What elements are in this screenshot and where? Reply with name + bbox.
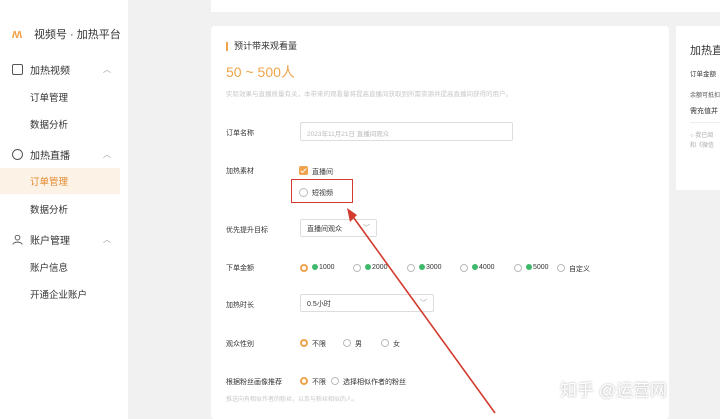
- amount-value: 1000: [319, 264, 335, 271]
- chevron-down-icon: ﹀: [420, 300, 427, 307]
- nav-group-label: 账户管理: [30, 235, 70, 247]
- target-label: 优先提升目标: [226, 227, 268, 234]
- fans-note: 推送向有相似作者的粉丝，以及与粉丝相似的人。: [226, 397, 359, 403]
- estimate-title: 预计带来观看量: [226, 42, 297, 51]
- amount-option-4000: 4000: [472, 264, 495, 271]
- amount-value: 2000: [372, 264, 388, 271]
- live-icon: [12, 148, 23, 160]
- order-summary-panel: 加热直 订单金额 余额可抵扣 需充值并 ○ 我已阅 和《微信: [676, 26, 720, 190]
- brand: ʍ 视频号 · 加热平台: [12, 26, 121, 42]
- gender-radio-female[interactable]: [381, 339, 389, 347]
- chevron-up-icon: ︿: [103, 64, 111, 74]
- target-select-value: 直播间观众: [307, 226, 342, 233]
- material-label: 加热素材: [226, 168, 254, 175]
- amount-radio-custom[interactable]: [557, 264, 565, 272]
- coin-icon: [472, 264, 478, 271]
- brand-name: 视频号 · 加热平台: [34, 29, 121, 41]
- gender-option-female: 女: [393, 341, 400, 348]
- sidebar-item-live-analytics[interactable]: 数据分析: [0, 196, 120, 222]
- top-strip: [211, 0, 720, 12]
- sidebar-item-label: 数据分析: [30, 205, 69, 216]
- fans-radio-similar[interactable]: [331, 377, 339, 385]
- gender-radio-any[interactable]: [300, 339, 308, 347]
- sidebar-item-enterprise-account[interactable]: 开通企业账户: [0, 281, 120, 307]
- summary-order-amount: 订单金额: [690, 71, 716, 78]
- amount-value: 3000: [426, 264, 442, 271]
- amount-radio-2000[interactable]: [353, 264, 361, 272]
- watermark: 知乎 @运营网: [560, 381, 667, 400]
- fans-label: 根据粉丝画像推荐: [226, 379, 282, 386]
- summary-agreement[interactable]: ○ 我已阅: [690, 130, 713, 139]
- sidebar-item-label: 数据分析: [30, 120, 69, 131]
- order-form-card: [211, 26, 669, 419]
- amount-option-2000: 2000: [365, 264, 388, 271]
- sidebar-item-video-orders[interactable]: 订单管理: [0, 84, 120, 110]
- gender-radio-male[interactable]: [343, 339, 351, 347]
- summary-title: 加热直: [690, 45, 720, 57]
- sidebar-item-label: 账户信息: [30, 263, 69, 274]
- sidebar-item-label: 开通企业账户: [30, 290, 88, 301]
- nav-group-label: 加热直播: [30, 150, 70, 162]
- coin-icon: [419, 264, 425, 271]
- video-icon: [12, 63, 23, 75]
- fans-radio-any[interactable]: [300, 377, 308, 385]
- nav-group-heat-video[interactable]: 加热视频 ︿: [0, 56, 128, 82]
- wechat-channels-logo-icon: ʍ: [12, 26, 23, 41]
- amount-option-3000: 3000: [419, 264, 442, 271]
- duration-select[interactable]: 0.5小时 ﹀: [300, 294, 434, 312]
- sidebar-item-video-analytics[interactable]: 数据分析: [0, 111, 120, 137]
- amount-value: 4000: [479, 264, 495, 271]
- summary-balance: 余额可抵扣: [690, 93, 720, 99]
- summary-recharge: 需充值并: [690, 108, 718, 115]
- sidebar-item-label: 订单管理: [30, 93, 69, 104]
- user-icon: [12, 234, 23, 245]
- estimate-note: 实际效果与直播质量有关，本带来的观看量将提高直播间获取到所需资源并提高直播间获得…: [226, 91, 512, 98]
- sidebar-item-account-info[interactable]: 账户信息: [0, 254, 120, 280]
- material-live-checkbox[interactable]: [299, 166, 308, 175]
- target-select[interactable]: 直播间观众 ﹀: [300, 219, 377, 237]
- fans-option-similar: 选择相似作者的粉丝: [343, 379, 406, 386]
- nav-group-heat-live[interactable]: 加热直播 ︿: [0, 141, 128, 167]
- duration-select-value: 0.5小时: [307, 301, 331, 308]
- amount-option-custom: 自定义: [569, 266, 590, 273]
- coin-icon: [365, 264, 371, 271]
- amount-radio-4000[interactable]: [460, 264, 468, 272]
- highlight-box: [291, 179, 353, 203]
- estimate-value: 50 ~ 500人: [226, 64, 295, 80]
- coin-icon: [526, 264, 532, 271]
- summary-agreement-link[interactable]: 和《微信: [690, 140, 714, 149]
- chevron-up-icon: ︿: [103, 149, 111, 159]
- gender-label: 观众性别: [226, 341, 254, 348]
- duration-label: 加热时长: [226, 302, 254, 309]
- order-name-label: 订单名称: [226, 130, 254, 137]
- coin-icon: [312, 264, 318, 271]
- fans-option-any: 不限: [312, 379, 326, 386]
- chevron-up-icon: ︿: [103, 234, 111, 244]
- amount-label: 下单金额: [226, 265, 254, 272]
- sidebar: ʍ 视频号 · 加热平台 加热视频 ︿ 订单管理 数据分析 加热直播 ︿ 订单管…: [0, 0, 128, 419]
- amount-option-1000: 1000: [312, 264, 335, 271]
- gender-option-male: 男: [355, 341, 362, 348]
- summary-divider: [690, 122, 720, 123]
- amount-radio-3000[interactable]: [407, 264, 415, 272]
- sidebar-item-live-orders[interactable]: 订单管理: [0, 168, 120, 194]
- gender-option-any: 不限: [312, 341, 326, 348]
- chevron-down-icon: ﹀: [363, 225, 370, 232]
- amount-radio-1000[interactable]: [300, 264, 308, 272]
- nav-group-account[interactable]: 账户管理 ︿: [0, 226, 128, 252]
- nav-group-label: 加热视频: [30, 65, 70, 77]
- material-live-label: 直播间: [312, 169, 333, 176]
- sidebar-item-label: 订单管理: [30, 177, 69, 188]
- order-name-input[interactable]: 2023年11月21日 直播间观众: [300, 122, 513, 141]
- amount-radio-5000[interactable]: [514, 264, 522, 272]
- amount-option-5000: 5000: [526, 264, 549, 271]
- amount-value: 5000: [533, 264, 549, 271]
- agreement-text: 我已阅: [695, 133, 714, 139]
